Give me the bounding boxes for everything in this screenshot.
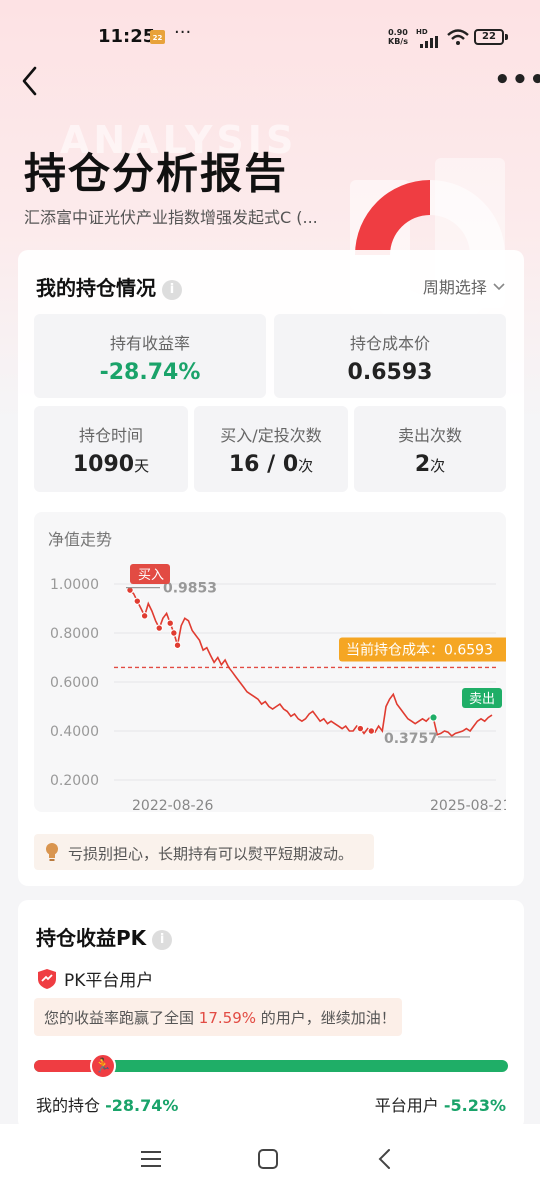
- holdings-title: 我的持仓情况 i: [36, 272, 182, 301]
- stat-cost-price: 持仓成本价 0.6593: [274, 314, 506, 398]
- buy-point: [367, 727, 376, 735]
- stat-return-rate: 持有收益率 -28.74%: [34, 314, 266, 398]
- back-nav-icon[interactable]: [374, 1148, 396, 1170]
- period-selector[interactable]: 周期选择: [423, 274, 506, 298]
- tip-banner: 亏损别担心，长期持有可以熨平短期波动。: [34, 834, 374, 870]
- high-value-label: 0.9853: [163, 581, 217, 597]
- cost-line-label: 当前持仓成本：0.6593: [346, 641, 493, 658]
- y-tick-label: 0.6000: [50, 675, 99, 691]
- pk-platform-return: 平台用户 -5.23%: [374, 1096, 506, 1115]
- x-tick-label: 2025-08-21: [430, 798, 506, 812]
- calendar-icon: 22: [150, 30, 165, 44]
- back-button[interactable]: [18, 64, 42, 98]
- more-options-button[interactable]: •••: [494, 67, 540, 93]
- page-title: 持仓分析报告: [24, 149, 289, 198]
- buy-point: [173, 641, 182, 649]
- status-time: 11:25: [98, 26, 156, 47]
- fund-name: 汇添富中证光伏产业指数增强发起式C (...: [24, 208, 318, 227]
- info-icon[interactable]: i: [162, 280, 182, 300]
- buy-point: [140, 612, 149, 620]
- y-tick-label: 0.4000: [50, 724, 99, 740]
- sell-point: [429, 713, 438, 722]
- shield-trend-icon: [38, 969, 56, 989]
- pk-my-return: 我的持仓 -28.74%: [36, 1096, 179, 1115]
- battery-icon: 22: [474, 29, 504, 45]
- tip-text: 亏损别担心，长期持有可以熨平短期波动。: [68, 845, 354, 863]
- runner-icon: 🏃: [90, 1053, 116, 1079]
- wifi-icon: [447, 29, 469, 45]
- buy-point: [166, 619, 174, 627]
- chevron-down-icon: [493, 283, 505, 291]
- nav-trend-chart: 净值走势 1.0000 0.8000 0.6000 0.4000 0.2000 2022-…: [34, 512, 506, 812]
- low-value-label: 0.3757: [384, 731, 438, 747]
- holdings-card: 我的持仓情况 i 周期选择 持有收益率 -28.74% 持仓成本价 0.6593 …: [18, 250, 524, 886]
- chart-canvas: 1.0000 0.8000 0.6000 0.4000 0.2000 2022-08-26…: [50, 564, 506, 812]
- home-icon[interactable]: [257, 1148, 279, 1170]
- sell-tag: 卖出: [469, 692, 495, 707]
- pk-message: 您的收益率跑赢了全国 17.59% 的用户，继续加油！: [34, 998, 402, 1036]
- nav-series-line: [129, 589, 493, 737]
- info-icon[interactable]: i: [152, 930, 173, 950]
- buy-tag: 买入: [138, 568, 164, 583]
- hd-indicator: HD: [416, 28, 428, 36]
- net-speed: 0.90 KB/s: [388, 28, 408, 46]
- status-more-dots: ···: [174, 22, 192, 43]
- battery-tip: [505, 34, 508, 40]
- buy-point: [133, 597, 142, 605]
- lightbulb-icon: [46, 843, 58, 861]
- stat-sell-count: 卖出次数 2次: [354, 406, 506, 492]
- system-nav-bar: [0, 1124, 540, 1200]
- status-bar: 11:25 22 ··· 0.90 KB/s HD 22: [0, 0, 540, 72]
- pk-platform-label: PK平台用户: [64, 971, 154, 991]
- buy-point: [170, 629, 178, 637]
- pk-title: 持仓收益PK i: [36, 922, 173, 951]
- buy-point: [356, 724, 365, 733]
- y-tick-label: 1.0000: [50, 577, 99, 593]
- stat-buy-count: 买入/定投次数 16 / 0次: [194, 406, 348, 492]
- menu-icon[interactable]: [140, 1148, 162, 1170]
- buy-point: [155, 624, 163, 632]
- pk-card: 持仓收益PK i PK平台用户 您的收益率跑赢了全国 17.59% 的用户，继续加…: [18, 900, 524, 1130]
- stat-holding-days: 持仓时间 1090天: [34, 406, 188, 492]
- y-tick-label: 0.2000: [50, 773, 99, 789]
- signal-icon: [420, 36, 438, 48]
- y-tick-label: 0.8000: [50, 626, 99, 642]
- x-tick-label: 2022-08-26: [132, 798, 213, 812]
